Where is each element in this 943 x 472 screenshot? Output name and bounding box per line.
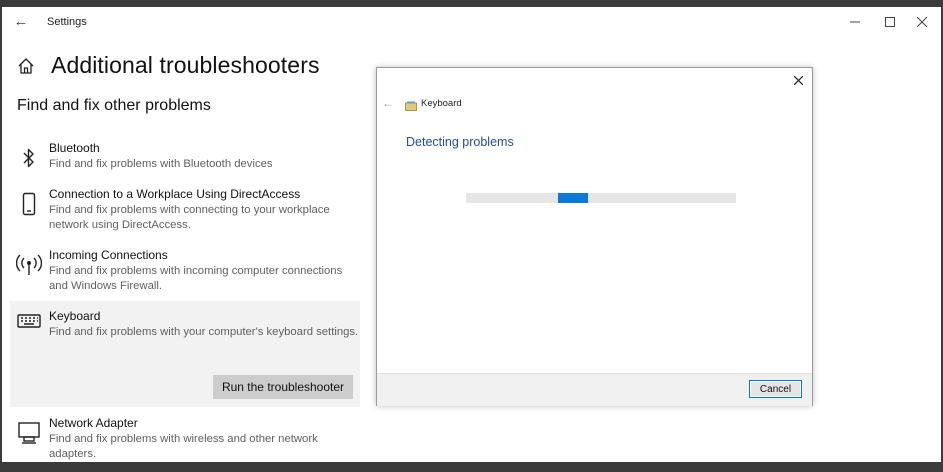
home-icon[interactable] <box>16 56 36 76</box>
troubleshooter-description: Find and fix problems with incoming comp… <box>49 265 343 292</box>
dialog-title: Keyboard <box>421 98 462 109</box>
cancel-button[interactable]: Cancel <box>749 380 802 398</box>
troubleshooter-name: Bluetooth <box>49 141 100 155</box>
maximize-icon <box>885 17 895 27</box>
phone-icon <box>16 191 42 217</box>
window-frame-bottom <box>0 462 943 472</box>
troubleshooter-directaccess[interactable]: Connection to a Workplace Using DirectAc… <box>10 187 360 237</box>
antenna-icon <box>16 252 42 278</box>
close-icon <box>793 75 803 85</box>
minimize-icon <box>850 21 860 23</box>
troubleshooter-description: Find and fix problems with connecting to… <box>49 204 330 231</box>
dialog-footer: Cancel <box>377 373 812 406</box>
page-title: Additional troubleshooters <box>51 52 320 78</box>
close-icon <box>917 17 927 27</box>
troubleshooter-description: Find and fix problems with Bluetooth dev… <box>49 158 273 170</box>
window-title: Settings <box>47 16 87 28</box>
troubleshooter-name: Keyboard <box>49 309 101 323</box>
dialog-close-button[interactable] <box>790 72 806 88</box>
window-frame-left <box>0 0 2 472</box>
back-arrow-icon[interactable]: ← <box>12 13 30 31</box>
troubleshooter-incoming-connections[interactable]: Incoming Connections Find and fix proble… <box>10 248 360 298</box>
troubleshooter-description: Find and fix problems with your computer… <box>49 326 359 338</box>
progress-bar <box>466 193 736 203</box>
window-frame-top <box>0 0 943 7</box>
section-title: Find and fix other problems <box>17 97 211 114</box>
bluetooth-icon <box>16 145 42 171</box>
troubleshooter-name: Connection to a Workplace Using DirectAc… <box>49 187 301 201</box>
troubleshooter-network-adapter[interactable]: Network Adapter Find and fix problems wi… <box>10 416 360 460</box>
troubleshooter-bluetooth[interactable]: Bluetooth Find and fix problems with Blu… <box>10 141 360 177</box>
network-adapter-icon <box>16 420 42 446</box>
minimize-button[interactable] <box>838 9 872 35</box>
run-troubleshooter-button[interactable]: Run the troubleshooter <box>213 375 353 399</box>
keyboard-icon <box>405 98 417 111</box>
troubleshooter-dialog: ← Keyboard Detecting problems Cancel <box>376 67 813 406</box>
troubleshooter-description: Find and fix problems with wireless and … <box>49 433 318 460</box>
dialog-status-heading: Detecting problems <box>406 135 514 149</box>
keyboard-icon <box>16 308 42 334</box>
maximize-button[interactable] <box>873 9 907 35</box>
troubleshooter-name: Network Adapter <box>49 416 138 430</box>
title-bar: ← Settings <box>2 7 941 39</box>
progress-indicator <box>558 193 588 203</box>
close-button[interactable] <box>905 9 939 35</box>
troubleshooter-name: Incoming Connections <box>49 248 168 262</box>
back-arrow-icon[interactable]: ← <box>382 96 396 110</box>
